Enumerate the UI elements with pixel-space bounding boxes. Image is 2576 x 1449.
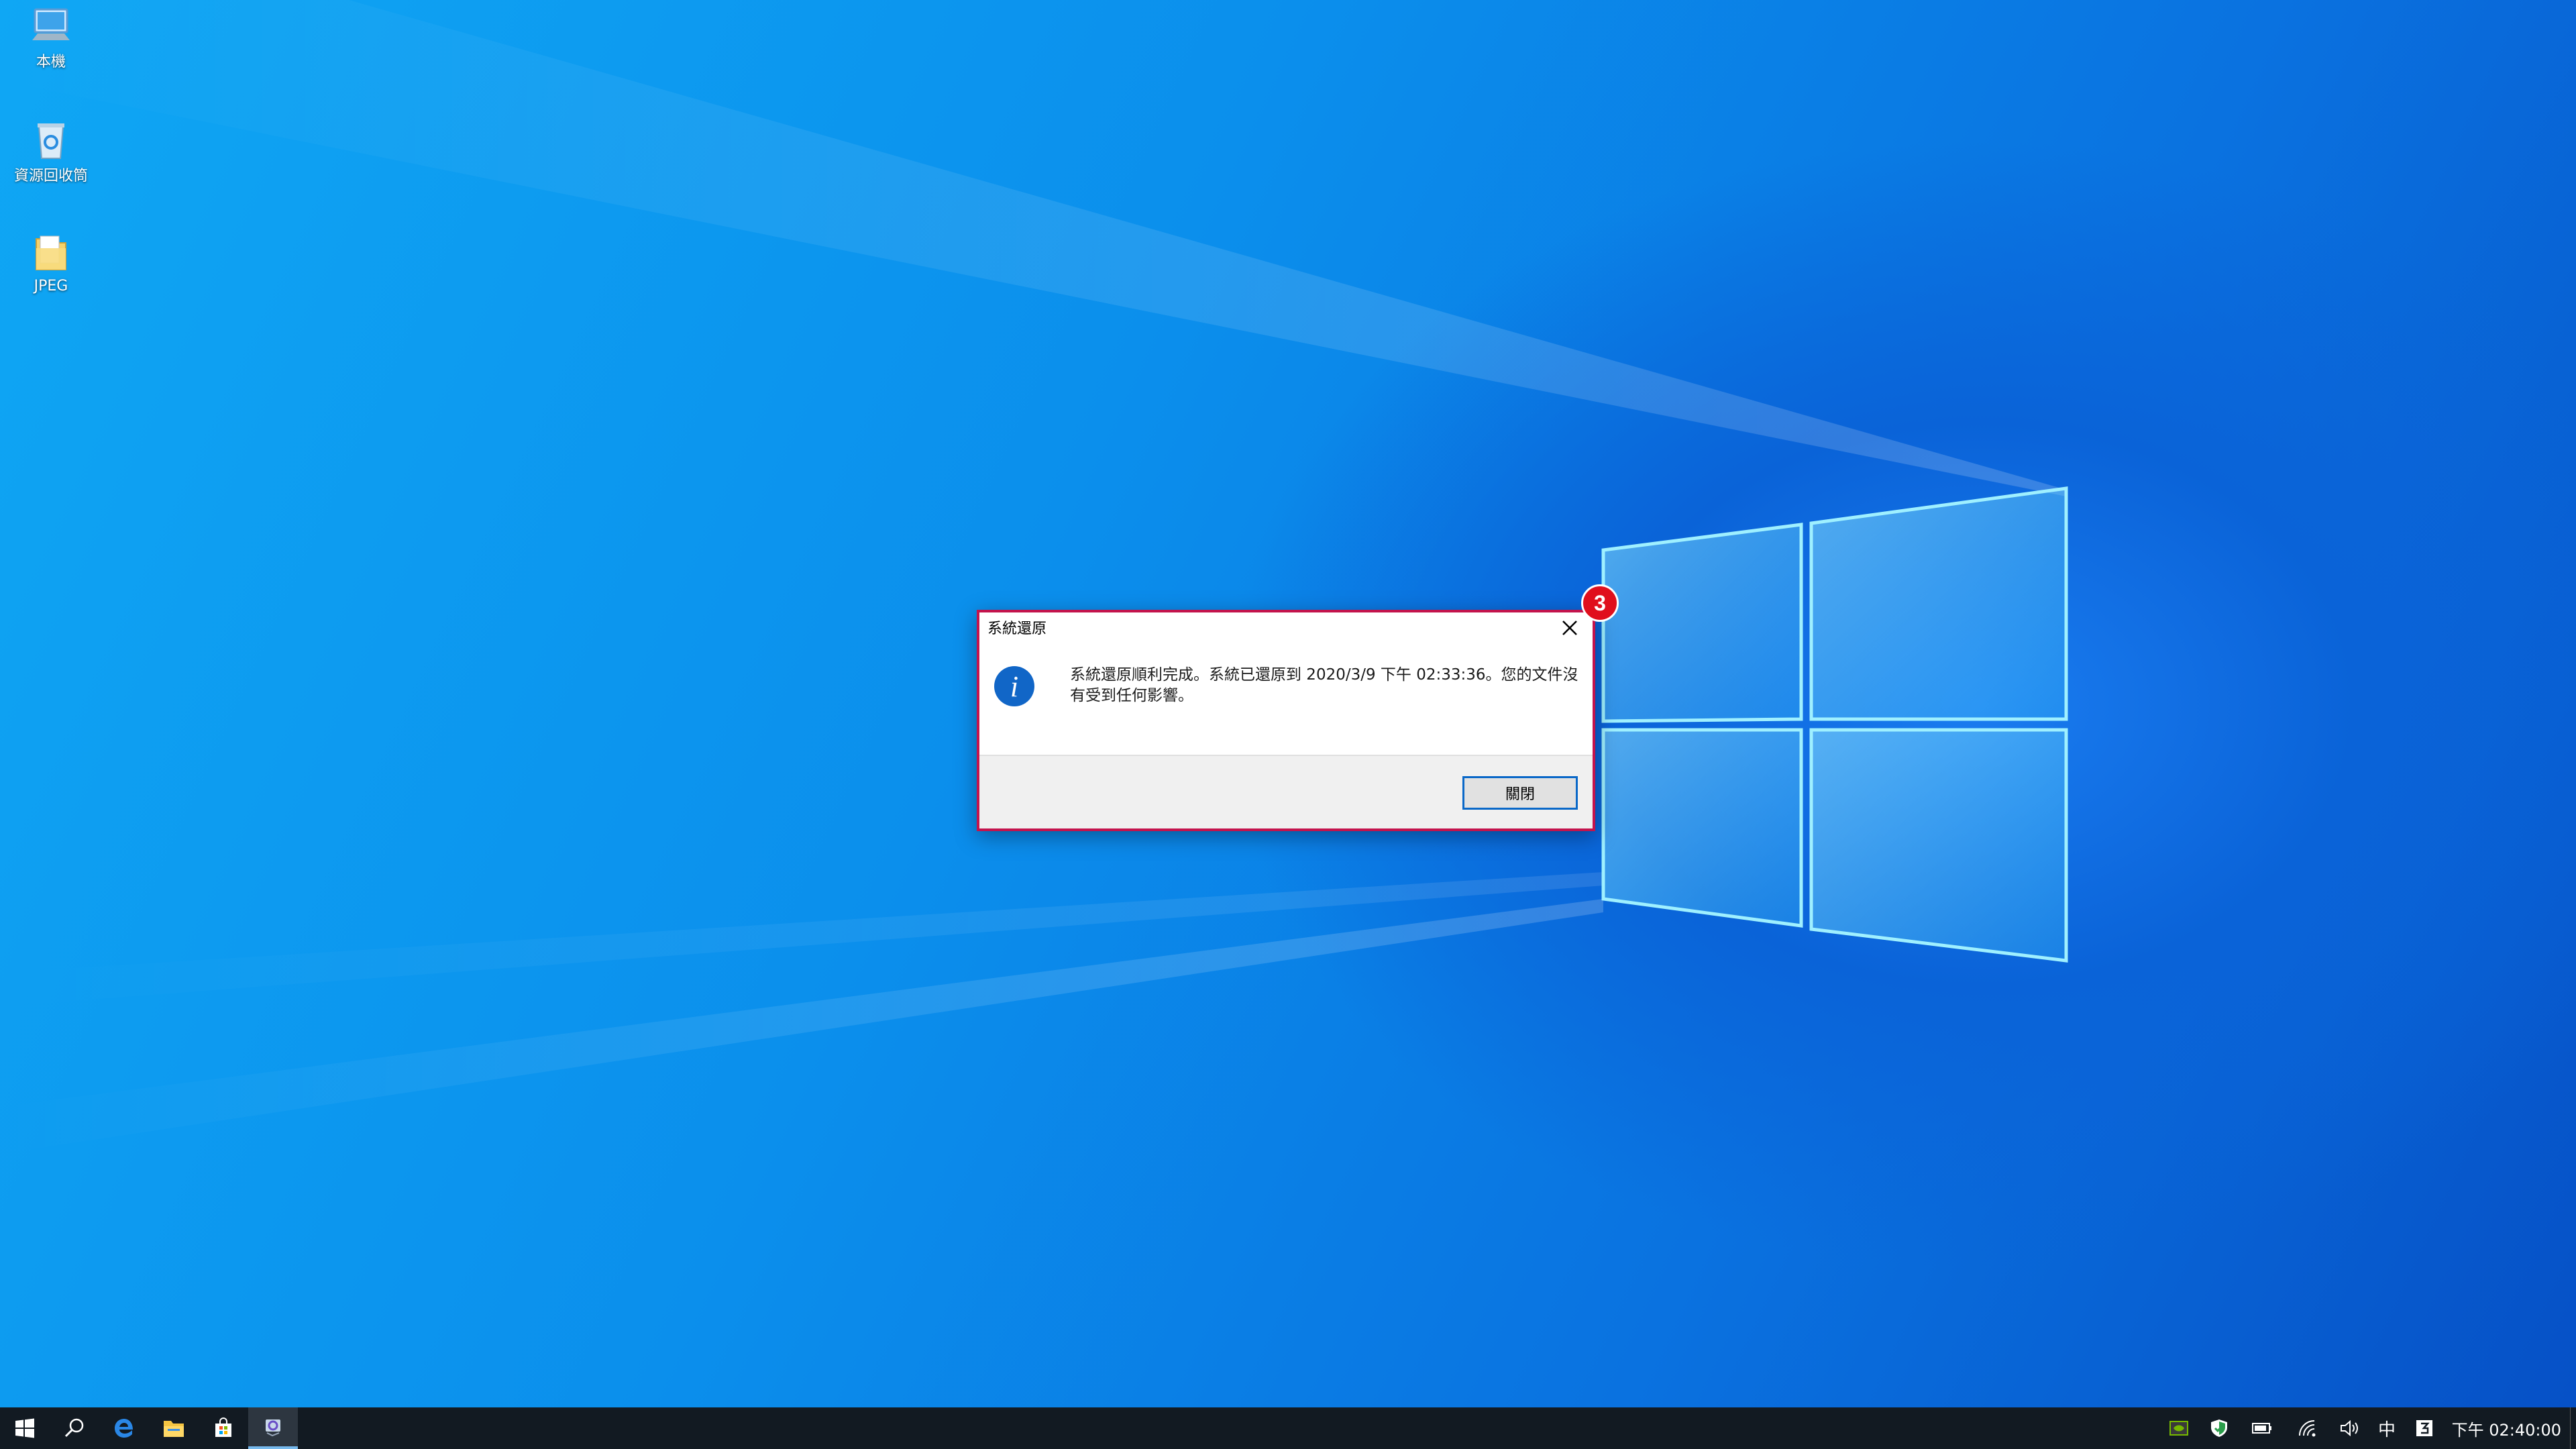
show-desktop-button[interactable] [2570,1407,2576,1449]
close-button[interactable]: 關閉 [1462,776,1578,810]
dialog-title: 系統還原 [987,621,1047,637]
tray-network[interactable] [2289,1407,2326,1449]
desktop-icon-label: JPEG [34,278,68,294]
start-button[interactable] [0,1407,50,1449]
step-number-badge: 3 [1581,584,1619,622]
desktop-icon-label: 本機 [36,54,66,70]
taskbar-clock[interactable]: 下午 02:40:00 [2452,1407,2561,1449]
desktop-icon-this-pc[interactable]: 本機 [8,4,94,71]
folder-icon [164,1421,184,1437]
taskbar-file-explorer[interactable] [149,1407,199,1449]
dialog-close-button[interactable] [1551,612,1589,643]
ime-mode-icon [2416,1420,2432,1436]
store-icon [215,1417,231,1437]
taskbar: 中 下午 02:40:00 [0,1407,2576,1449]
tray-nvidia[interactable] [2160,1407,2198,1449]
desktop-icon-jpeg-folder[interactable]: JPEG [8,232,94,294]
computer-icon [32,8,70,40]
edge-icon [115,1419,133,1438]
shield-icon [2211,1419,2227,1437]
desktop-icon-label: 資源回收筒 [13,168,88,184]
taskbar-store[interactable] [199,1407,248,1449]
desktop-icon-recycle-bin[interactable]: 資源回收筒 [8,118,94,185]
tray-volume[interactable] [2332,1407,2369,1449]
dialog-message: 系統還原順利完成。系統已還原到 2020/3/9 下午 02:33:36。您的文… [1070,666,1578,704]
tray-ime-mode[interactable] [2406,1407,2443,1449]
speaker-icon [2341,1419,2358,1437]
taskbar-system-restore[interactable] [248,1407,298,1449]
tray-battery[interactable] [2243,1407,2281,1449]
search-icon [64,1418,84,1438]
tray-ime[interactable]: 中 [2368,1407,2406,1449]
windows-wallpaper-logo [1601,486,2068,963]
information-icon: i [994,666,1034,706]
battery-icon [2252,1423,2271,1434]
close-icon [1562,621,1577,635]
taskbar-edge[interactable] [99,1407,149,1449]
system-restore-icon [266,1419,280,1437]
wifi-icon [2299,1420,2316,1437]
folder-icon [36,235,66,270]
system-restore-dialog: 系統還原 i 系統還原順利完成。系統已還原到 2020/3/9 下午 02:33… [977,610,1595,831]
search-button[interactable] [50,1407,99,1449]
dialog-footer: 關閉 [979,755,1593,828]
windows-start-icon [15,1418,34,1438]
recycle-bin-icon [38,123,64,159]
nvidia-icon [2169,1421,2188,1436]
tray-security[interactable] [2200,1407,2238,1449]
